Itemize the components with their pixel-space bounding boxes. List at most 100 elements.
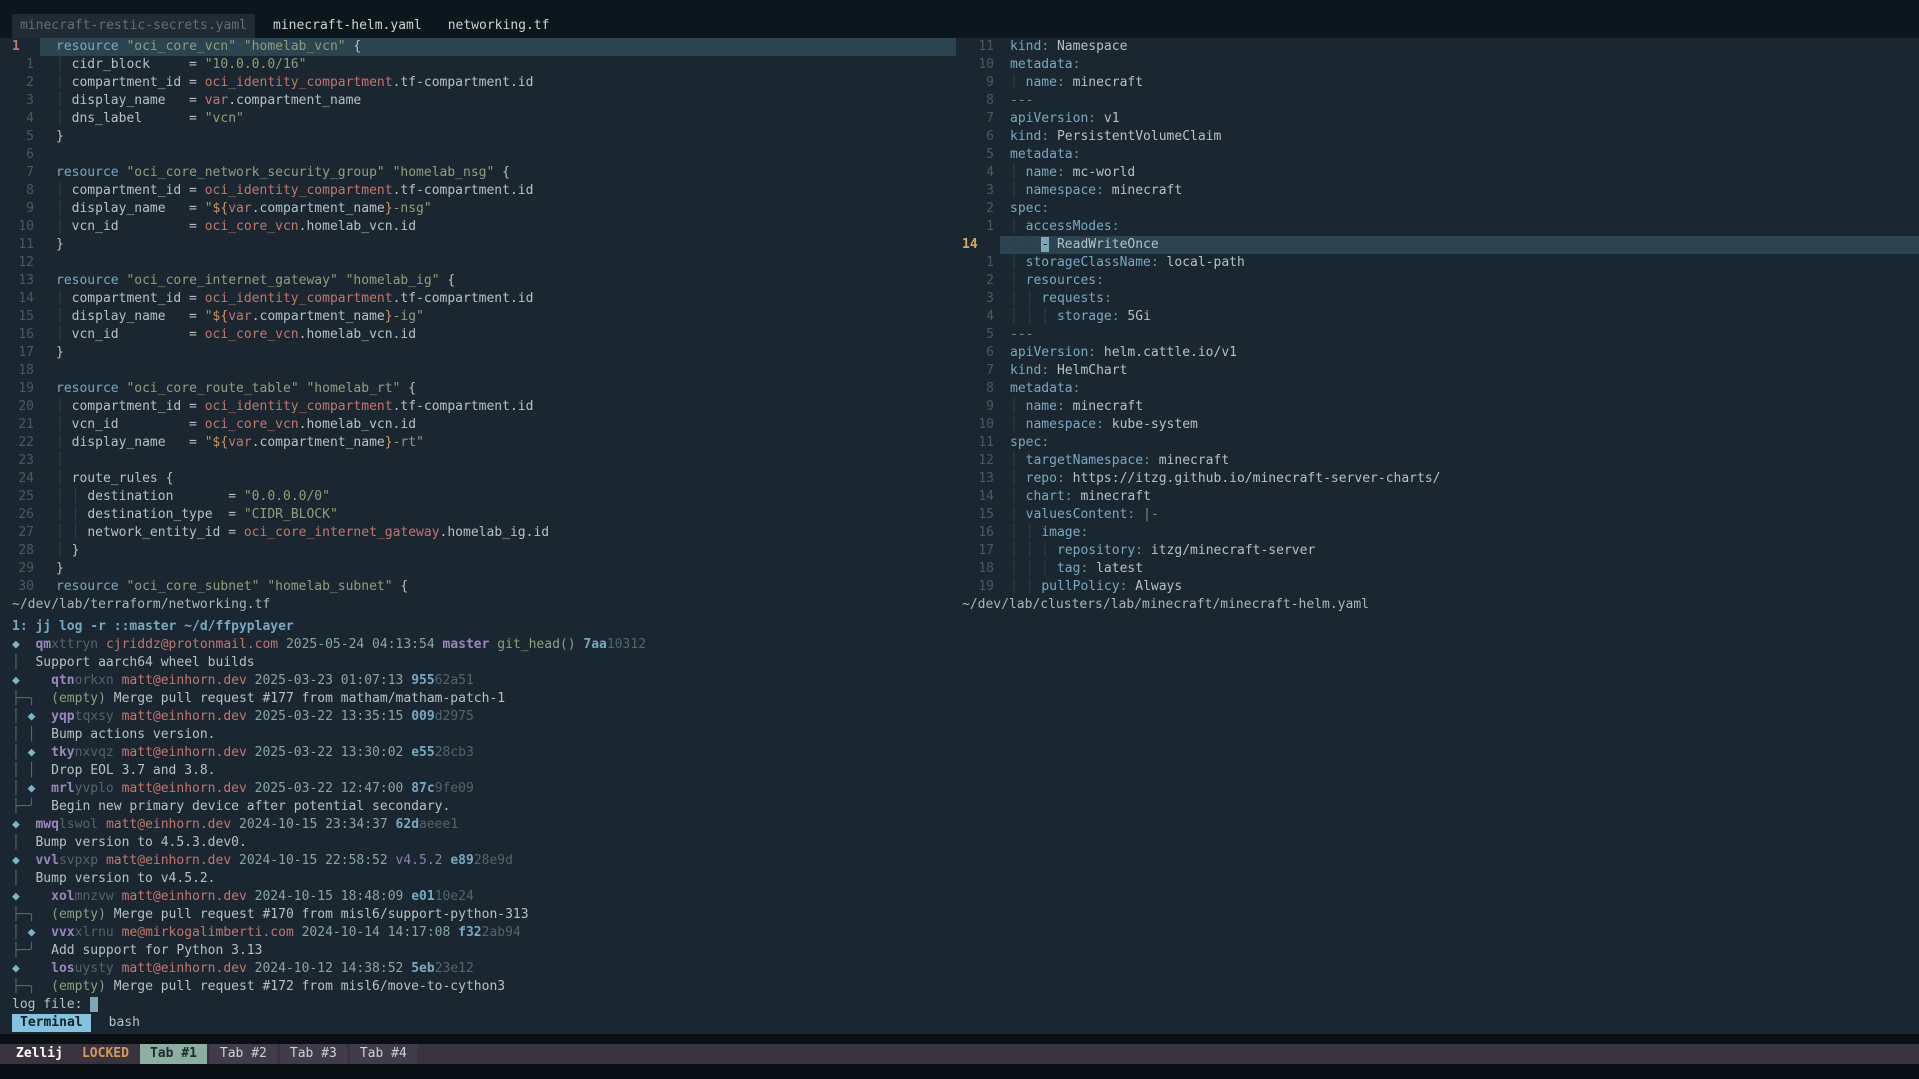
code-line[interactable]: 13│ repo: https://itzg.github.io/minecra… bbox=[956, 470, 1919, 488]
code-line[interactable]: 11kind: Namespace bbox=[956, 38, 1919, 56]
code-line[interactable]: 15│ valuesContent: |- bbox=[956, 506, 1919, 524]
code-text: resource "oci_core_internet_gateway" "ho… bbox=[40, 272, 956, 290]
code-line[interactable]: 26│ │ destination_type = "CIDR_BLOCK" bbox=[0, 506, 956, 524]
line-number: 9 bbox=[956, 74, 1000, 92]
code-line[interactable]: 29} bbox=[0, 560, 956, 578]
terminal-tab-bash[interactable]: bash bbox=[101, 1014, 148, 1032]
code-line[interactable]: 4│ │ │ storage: 5Gi bbox=[956, 308, 1919, 326]
code-line[interactable]: 4│ name: mc-world bbox=[956, 164, 1919, 182]
zellij-tab-2[interactable]: Tab #2 bbox=[210, 1044, 277, 1064]
code-line[interactable]: 12 bbox=[0, 254, 956, 272]
code-line[interactable]: 6 bbox=[0, 146, 956, 164]
code-text: apiVersion: helm.cattle.io/v1 bbox=[1000, 344, 1919, 362]
code-line[interactable]: 19│ │ pullPolicy: Always bbox=[956, 578, 1919, 596]
terminal-pane[interactable]: 1: jj log -r ::master ~/d/ffpyplayer◆ qm… bbox=[0, 614, 1919, 1034]
code-line[interactable]: 8metadata: bbox=[956, 380, 1919, 398]
code-line[interactable]: 1│ cidr_block = "10.0.0.0/16" bbox=[0, 56, 956, 74]
jj-log-line: ◆ xolmnzvw matt@einhorn.dev 2024-10-15 1… bbox=[12, 888, 1919, 906]
code-line[interactable]: 24│ route_rules { bbox=[0, 470, 956, 488]
code-line[interactable]: 2│ compartment_id = oci_identity_compart… bbox=[0, 74, 956, 92]
jj-log-line: │ │ Drop EOL 3.7 and 3.8. bbox=[12, 762, 1919, 780]
code-line[interactable]: 20│ compartment_id = oci_identity_compar… bbox=[0, 398, 956, 416]
code-text: │ │ │ storage: 5Gi bbox=[1000, 308, 1919, 326]
code-line[interactable]: 8│ compartment_id = oci_identity_compart… bbox=[0, 182, 956, 200]
code-line[interactable]: 28│ } bbox=[0, 542, 956, 560]
code-line[interactable]: 4│ dns_label = "vcn" bbox=[0, 110, 956, 128]
code-line[interactable]: 11spec: bbox=[956, 434, 1919, 452]
code-text: │ valuesContent: |- bbox=[1000, 506, 1919, 524]
code-line[interactable]: 10metadata: bbox=[956, 56, 1919, 74]
code-line[interactable]: 2spec: bbox=[956, 200, 1919, 218]
code-line[interactable]: 3│ namespace: minecraft bbox=[956, 182, 1919, 200]
terraform-editor-pane[interactable]: 1resource "oci_core_vcn" "homelab_vcn" {… bbox=[0, 38, 956, 596]
code-line[interactable]: 10│ namespace: kube-system bbox=[956, 416, 1919, 434]
code-line[interactable]: 1│ accessModes: bbox=[956, 218, 1919, 236]
code-line[interactable]: 17} bbox=[0, 344, 956, 362]
code-line[interactable]: 8--- bbox=[956, 92, 1919, 110]
code-line[interactable]: 27│ │ network_entity_id = oci_core_inter… bbox=[0, 524, 956, 542]
code-line[interactable]: 30resource "oci_core_subnet" "homelab_su… bbox=[0, 578, 956, 596]
zellij-tab-1[interactable]: Tab #1 bbox=[140, 1044, 207, 1064]
code-line[interactable]: 10│ vcn_id = oci_core_vcn.homelab_vcn.id bbox=[0, 218, 956, 236]
desktop-background bbox=[0, 1064, 1919, 1079]
terminal-tab-terminal[interactable]: Terminal bbox=[12, 1014, 91, 1032]
code-line[interactable]: 7resource "oci_core_network_security_gro… bbox=[0, 164, 956, 182]
code-line[interactable]: 21│ vcn_id = oci_core_vcn.homelab_vcn.id bbox=[0, 416, 956, 434]
code-line[interactable]: 17│ │ │ repository: itzg/minecraft-serve… bbox=[956, 542, 1919, 560]
code-line[interactable]: 1│ storageClassName: local-path bbox=[956, 254, 1919, 272]
shell-prompt[interactable]: log file: bbox=[12, 996, 1919, 1014]
line-number: 11 bbox=[956, 434, 1000, 452]
line-number: 5 bbox=[0, 128, 40, 146]
code-line[interactable]: 3│ │ requests: bbox=[956, 290, 1919, 308]
code-text: --- bbox=[1000, 326, 1919, 344]
code-text: resource "oci_core_network_security_grou… bbox=[40, 164, 956, 182]
code-line[interactable]: 9│ name: minecraft bbox=[956, 74, 1919, 92]
code-text: resource "oci_core_route_table" "homelab… bbox=[40, 380, 956, 398]
line-number: 9 bbox=[0, 200, 40, 218]
code-text: metadata: bbox=[1000, 146, 1919, 164]
code-line[interactable]: 13resource "oci_core_internet_gateway" "… bbox=[0, 272, 956, 290]
line-number: 4 bbox=[0, 110, 40, 128]
code-line[interactable]: 12│ targetNamespace: minecraft bbox=[956, 452, 1919, 470]
code-line[interactable]: 3│ display_name = var.compartment_name bbox=[0, 92, 956, 110]
yaml-editor-pane[interactable]: 11kind: Namespace10metadata:9│ name: min… bbox=[956, 38, 1919, 596]
code-line[interactable]: 2│ resources: bbox=[956, 272, 1919, 290]
code-line[interactable]: 16│ │ image: bbox=[956, 524, 1919, 542]
code-line[interactable]: 22│ display_name = "${var.compartment_na… bbox=[0, 434, 956, 452]
code-line[interactable]: 14│ chart: minecraft bbox=[956, 488, 1919, 506]
code-line[interactable]: 15│ display_name = "${var.compartment_na… bbox=[0, 308, 956, 326]
line-number: 20 bbox=[0, 398, 40, 416]
cursor-line[interactable]: 14│ │ - ReadWriteOnce bbox=[956, 236, 1919, 254]
code-line[interactable]: 11} bbox=[0, 236, 956, 254]
code-line[interactable]: 5metadata: bbox=[956, 146, 1919, 164]
code-line[interactable]: 16│ vcn_id = oci_core_vcn.homelab_vcn.id bbox=[0, 326, 956, 344]
code-line[interactable]: 9│ display_name = "${var.compartment_nam… bbox=[0, 200, 956, 218]
code-line[interactable]: 5--- bbox=[956, 326, 1919, 344]
code-line[interactable]: 5} bbox=[0, 128, 956, 146]
code-line[interactable]: 23│ bbox=[0, 452, 956, 470]
jj-log-line: 1: jj log -r ::master ~/d/ffpyplayer bbox=[12, 618, 1919, 636]
code-line[interactable]: 7kind: HelmChart bbox=[956, 362, 1919, 380]
buffer-tab-minecraft-restic-secrets[interactable]: minecraft-restic-secrets.yaml bbox=[12, 14, 255, 38]
code-line[interactable]: 25│ │ destination = "0.0.0.0/0" bbox=[0, 488, 956, 506]
code-line[interactable]: 18 bbox=[0, 362, 956, 380]
zellij-tab-3[interactable]: Tab #3 bbox=[280, 1044, 347, 1064]
code-line[interactable]: 9│ name: minecraft bbox=[956, 398, 1919, 416]
line-number: 11 bbox=[956, 38, 1000, 56]
buffer-tab-networking-tf[interactable]: networking.tf bbox=[440, 14, 558, 38]
zellij-tab-4[interactable]: Tab #4 bbox=[350, 1044, 417, 1064]
line-number: 15 bbox=[956, 506, 1000, 524]
code-line[interactable]: 19resource "oci_core_route_table" "homel… bbox=[0, 380, 956, 398]
code-line[interactable]: 14│ compartment_id = oci_identity_compar… bbox=[0, 290, 956, 308]
code-line[interactable]: 6apiVersion: helm.cattle.io/v1 bbox=[956, 344, 1919, 362]
code-text: } bbox=[40, 344, 956, 362]
cursor-line[interactable]: 1resource "oci_core_vcn" "homelab_vcn" { bbox=[0, 38, 956, 56]
line-number: 6 bbox=[956, 344, 1000, 362]
line-number: 7 bbox=[956, 110, 1000, 128]
code-line[interactable]: 6kind: PersistentVolumeClaim bbox=[956, 128, 1919, 146]
line-number: 9 bbox=[956, 398, 1000, 416]
buffer-tab-minecraft-helm[interactable]: minecraft-helm.yaml bbox=[265, 14, 430, 38]
code-line[interactable]: 7apiVersion: v1 bbox=[956, 110, 1919, 128]
line-number: 2 bbox=[956, 200, 1000, 218]
code-line[interactable]: 18│ │ │ tag: latest bbox=[956, 560, 1919, 578]
